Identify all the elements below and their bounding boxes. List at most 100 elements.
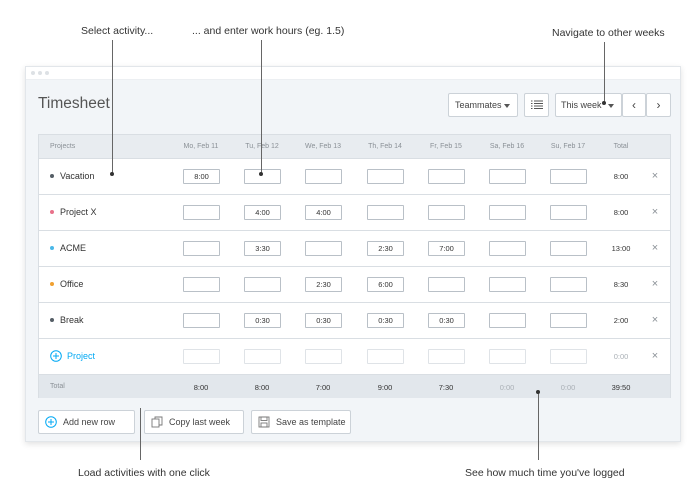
hours-input[interactable]: 0:30 bbox=[428, 313, 465, 328]
next-week-button[interactable]: › bbox=[646, 93, 671, 117]
hours-input[interactable] bbox=[550, 277, 587, 292]
col-day: Sa, Feb 16 bbox=[489, 143, 525, 150]
col-day: Fr, Feb 15 bbox=[430, 143, 462, 150]
hours-input[interactable] bbox=[367, 205, 404, 220]
col-day: Th, Feb 14 bbox=[368, 143, 402, 150]
hours-input[interactable] bbox=[183, 241, 220, 256]
row-total: 8:30 bbox=[613, 280, 629, 289]
project-name[interactable]: Break bbox=[60, 315, 84, 325]
col-day: Su, Feb 17 bbox=[550, 143, 586, 150]
callout-line bbox=[140, 408, 141, 460]
hours-input[interactable] bbox=[244, 349, 281, 364]
chevron-right-icon: › bbox=[656, 98, 661, 112]
callout-dot bbox=[602, 101, 606, 105]
hours-input[interactable] bbox=[428, 277, 465, 292]
teammates-label: Teammates bbox=[455, 100, 502, 110]
hours-input[interactable] bbox=[367, 169, 404, 184]
project-color-dot bbox=[50, 282, 54, 286]
hours-input[interactable]: 8:00 bbox=[183, 169, 220, 184]
hours-input[interactable] bbox=[305, 169, 342, 184]
hours-input[interactable] bbox=[428, 205, 465, 220]
hours-input[interactable]: 4:00 bbox=[244, 205, 281, 220]
project-name[interactable]: Project X bbox=[60, 207, 97, 217]
hours-input[interactable] bbox=[244, 277, 281, 292]
hours-input[interactable]: 0:30 bbox=[305, 313, 342, 328]
hours-input[interactable]: 4:00 bbox=[305, 205, 342, 220]
col-total: Total bbox=[613, 143, 629, 150]
day-total: 9:00 bbox=[377, 383, 393, 392]
hours-input[interactable] bbox=[183, 349, 220, 364]
save-as-template-button[interactable]: Save as template bbox=[251, 410, 351, 434]
hours-input[interactable] bbox=[305, 349, 342, 364]
table-row: Vacation 8:00 8:00 × bbox=[39, 159, 670, 195]
hours-input[interactable] bbox=[183, 205, 220, 220]
hours-input[interactable] bbox=[183, 277, 220, 292]
callout-dot bbox=[259, 172, 263, 176]
project-name[interactable]: Vacation bbox=[60, 171, 94, 181]
day-total: 7:00 bbox=[315, 383, 331, 392]
hours-input[interactable] bbox=[489, 349, 526, 364]
hours-input[interactable] bbox=[550, 313, 587, 328]
hours-input[interactable] bbox=[489, 313, 526, 328]
timesheet-window: Timesheet Teammates This week ‹ › Projec… bbox=[25, 66, 681, 442]
callout-line bbox=[112, 40, 113, 173]
hours-input[interactable]: 7:00 bbox=[428, 241, 465, 256]
hours-input[interactable] bbox=[550, 169, 587, 184]
hours-input[interactable] bbox=[244, 169, 281, 184]
hours-input[interactable] bbox=[489, 241, 526, 256]
list-icon bbox=[530, 100, 543, 109]
callout-load-activities: Load activities with one click bbox=[78, 467, 210, 479]
close-icon[interactable]: × bbox=[650, 171, 660, 182]
hours-input[interactable] bbox=[489, 169, 526, 184]
week-dropdown[interactable]: This week bbox=[555, 93, 622, 117]
hours-input[interactable] bbox=[550, 205, 587, 220]
close-icon[interactable]: × bbox=[650, 243, 660, 254]
day-total: 0:00 bbox=[560, 383, 576, 392]
col-day: We, Feb 13 bbox=[304, 143, 342, 150]
hours-input[interactable] bbox=[428, 169, 465, 184]
hours-input[interactable] bbox=[428, 349, 465, 364]
new-project-select[interactable]: Project bbox=[67, 351, 95, 361]
prev-week-button[interactable]: ‹ bbox=[622, 93, 646, 117]
col-projects: Projects bbox=[50, 143, 76, 150]
hours-input[interactable] bbox=[183, 313, 220, 328]
row-total: 8:00 bbox=[613, 172, 629, 181]
hours-input[interactable]: 2:30 bbox=[367, 241, 404, 256]
hours-input[interactable] bbox=[550, 349, 587, 364]
hours-input[interactable]: 0:30 bbox=[367, 313, 404, 328]
hours-input[interactable]: 3:30 bbox=[244, 241, 281, 256]
hours-input[interactable] bbox=[305, 241, 342, 256]
copy-last-week-button[interactable]: Copy last week bbox=[144, 410, 244, 434]
hours-input[interactable]: 6:00 bbox=[367, 277, 404, 292]
chevron-down-icon bbox=[504, 104, 510, 108]
callout-see-logged: See how much time you've logged bbox=[465, 467, 625, 479]
close-icon[interactable]: × bbox=[650, 315, 660, 326]
hours-input[interactable]: 0:30 bbox=[244, 313, 281, 328]
copy-last-week-label: Copy last week bbox=[169, 417, 231, 427]
close-icon[interactable]: × bbox=[650, 351, 660, 362]
list-view-button[interactable] bbox=[524, 93, 549, 117]
table-row: Project X 4:00 4:00 8:00 × bbox=[39, 195, 670, 231]
table-row: Break 0:30 0:30 0:30 0:30 2:00 × bbox=[39, 303, 670, 339]
window-titlebar bbox=[26, 67, 680, 80]
row-total: 2:00 bbox=[613, 316, 629, 325]
hours-input[interactable] bbox=[367, 349, 404, 364]
add-circle-icon[interactable] bbox=[50, 350, 62, 362]
project-name[interactable]: ACME bbox=[60, 243, 86, 253]
close-icon[interactable]: × bbox=[650, 279, 660, 290]
day-total: 8:00 bbox=[193, 383, 209, 392]
close-icon[interactable]: × bbox=[650, 207, 660, 218]
row-total: 8:00 bbox=[613, 208, 629, 217]
project-color-dot bbox=[50, 246, 54, 250]
chevron-down-icon bbox=[608, 104, 614, 108]
week-label: This week bbox=[561, 100, 602, 110]
hours-input[interactable] bbox=[489, 205, 526, 220]
timesheet-table: Projects Mo, Feb 11 Tu, Feb 12 We, Feb 1… bbox=[38, 134, 671, 398]
teammates-dropdown[interactable]: Teammates bbox=[448, 93, 518, 117]
hours-input[interactable] bbox=[489, 277, 526, 292]
save-icon bbox=[258, 416, 270, 428]
hours-input[interactable] bbox=[550, 241, 587, 256]
add-new-row-button[interactable]: Add new row bbox=[38, 410, 135, 434]
hours-input[interactable]: 2:30 bbox=[305, 277, 342, 292]
project-name[interactable]: Office bbox=[60, 279, 83, 289]
